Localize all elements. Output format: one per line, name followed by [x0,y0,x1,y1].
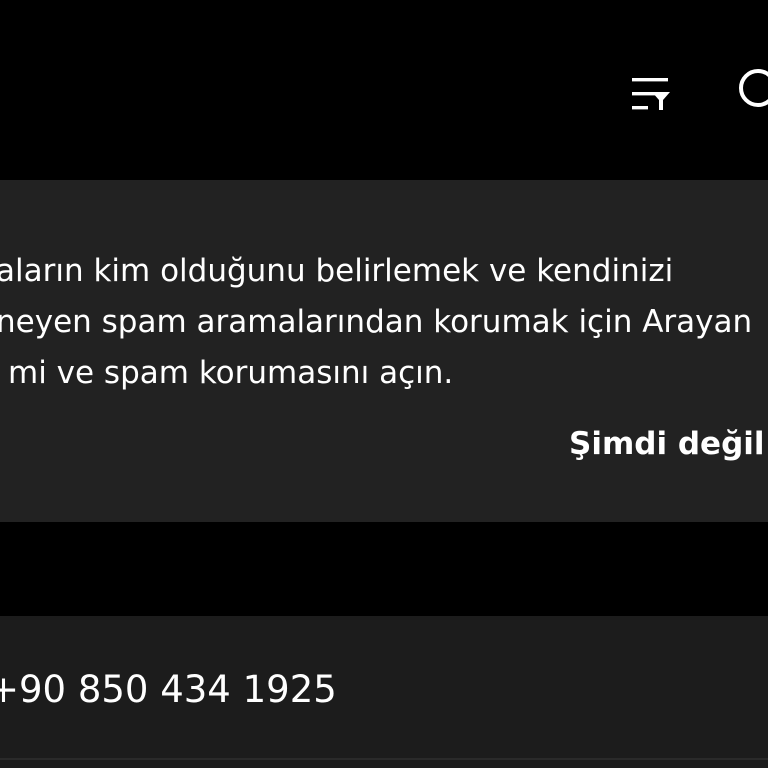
search-button[interactable] [730,62,768,118]
call-log-number: +90 850 434 1925 [0,668,337,711]
not-now-button[interactable]: Şimdi değil [569,422,765,466]
banner-message: aların kim olduğunu belirlemek ve kendin… [0,246,768,399]
banner-line-2: neyen spam aramalarından korumak için Ar… [0,304,753,340]
phone-screen: aların kim olduğunu belirlemek ve kendin… [0,0,768,768]
list-divider [0,758,768,760]
search-icon [739,69,768,107]
banner-line-3: mi ve spam korumasını açın. [8,355,454,391]
filter-button[interactable] [622,66,678,122]
banner-line-1: aların kim olduğunu belirlemek ve kendin… [0,253,674,289]
filter-list-icon [632,78,670,110]
top-app-bar [0,0,768,180]
